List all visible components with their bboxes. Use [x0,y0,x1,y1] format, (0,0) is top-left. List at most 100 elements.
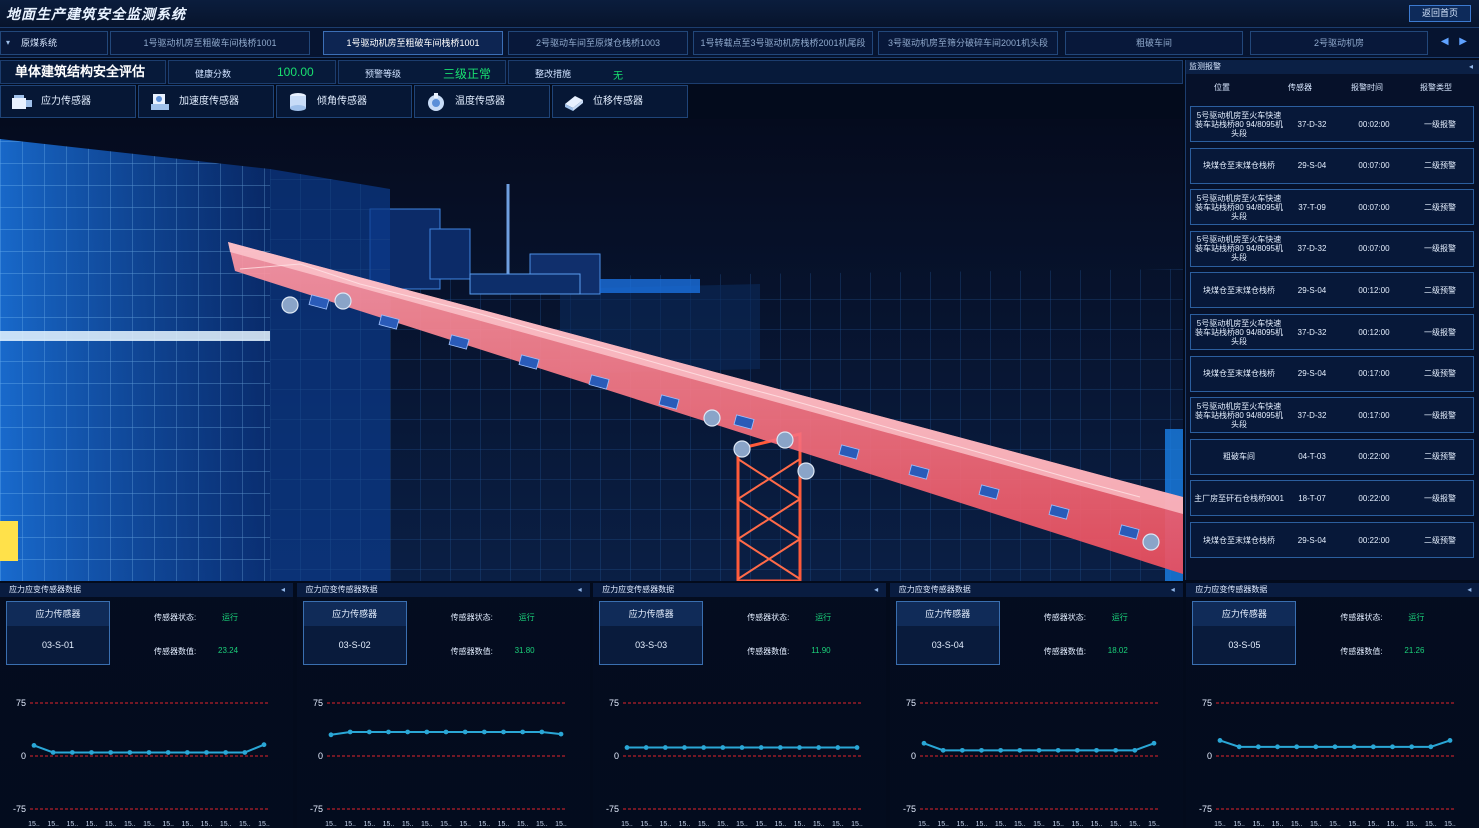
alarm-row[interactable]: 块煤仓至末煤仓栈桥 29-S-04 00:22:00 二级预警 [1190,522,1474,558]
data-point[interactable] [758,745,764,750]
data-point[interactable] [165,750,171,755]
data-point[interactable] [89,750,94,755]
data-point[interactable] [146,750,152,755]
panel-collapse-icon[interactable]: ◂ [874,583,878,597]
data-point[interactable] [385,729,391,735]
data-point[interactable] [1093,747,1099,753]
data-point[interactable] [978,747,984,753]
displacement-sensor-button[interactable]: 位移传感器 [552,85,688,118]
stress-sensor-button[interactable]: 应力传感器 [0,85,136,118]
data-point[interactable] [1132,747,1138,753]
tab-building-7[interactable]: 2号驱动机房 [1250,31,1428,55]
data-point[interactable] [1151,740,1157,746]
data-point[interactable] [816,745,822,750]
data-point[interactable] [643,745,649,750]
data-point[interactable] [500,729,506,735]
tab-scroll-arrows[interactable]: ◀ ▶ [1441,36,1471,47]
data-point[interactable] [50,750,56,755]
alarm-row[interactable]: 主厂房至矸石仓栈桥9001 18-T-07 00:22:00 一级报警 [1190,480,1474,517]
alarm-row[interactable]: 5号驱动机房至火车快速装车站栈桥80 94/8095机头段 37-T-09 00:0… [1190,189,1474,226]
data-point[interactable] [739,745,745,750]
sensor-card[interactable]: 应力传感器 03-S-03 [599,601,704,665]
temperature-sensor-button[interactable]: 温度传感器 [414,85,550,118]
alarm-collapse-icon[interactable]: ◂ [1469,60,1473,74]
data-point[interactable] [1237,744,1242,750]
data-point[interactable] [959,747,965,753]
data-point[interactable] [1352,744,1357,750]
alarm-row[interactable]: 5号驱动机房至火车快速装车站栈桥80 94/8095机头段 37-D-32 00:0… [1190,106,1474,142]
data-point[interactable] [720,745,726,750]
data-point[interactable] [1409,744,1415,750]
tab-building-3[interactable]: 2号驱动车间至原煤仓栈桥1003 [508,31,688,55]
alarm-row[interactable]: 块煤仓至末煤仓栈桥 29-S-04 00:17:00 二级预警 [1190,355,1474,392]
data-point[interactable] [854,745,860,750]
data-point[interactable] [558,731,563,737]
data-point[interactable] [424,729,429,735]
data-point[interactable] [539,729,544,735]
alarm-row[interactable]: 块煤仓至末煤仓栈桥 29-S-04 00:07:00 二级预警 [1190,147,1474,184]
data-point[interactable] [347,729,353,735]
data-point[interactable] [1313,744,1319,750]
tab-building-5[interactable]: 3号驱动机房至筛分破碎车间2001机头段 [878,31,1058,55]
acceleration-sensor-button[interactable]: 加速度传感器 [138,85,274,118]
panel-collapse-icon[interactable]: ◂ [281,583,285,597]
data-point[interactable] [624,745,630,750]
sensor-card[interactable]: 应力传感器 03-S-04 [895,601,1000,665]
data-point[interactable] [127,750,133,755]
tab-building-6[interactable]: 粗破车间 [1065,31,1243,55]
data-point[interactable] [1256,744,1262,750]
panel-collapse-icon[interactable]: ◂ [1467,583,1471,597]
data-point[interactable] [1390,744,1396,750]
data-point[interactable] [701,745,707,750]
data-point[interactable] [1074,747,1080,753]
alarm-row[interactable]: 5号驱动机房至火车快速装车站栈桥80 94/8095机头段 37-D-32 00:1… [1190,397,1474,434]
data-point[interactable] [1371,744,1377,750]
data-point[interactable] [682,745,688,750]
data-point[interactable] [921,740,927,746]
home-button[interactable]: 返回首页 [1409,5,1471,22]
data-point[interactable] [69,750,75,755]
data-point[interactable] [663,745,668,750]
data-point[interactable] [366,729,372,735]
data-point[interactable] [1275,744,1281,750]
data-point[interactable] [481,729,487,735]
data-point[interactable] [1055,747,1061,753]
data-point[interactable] [797,745,803,750]
data-point[interactable] [519,729,525,735]
data-point[interactable] [778,745,783,750]
alarm-row[interactable]: 块煤仓至末煤仓栈桥 29-S-04 00:12:00 二级预警 [1190,272,1474,309]
alarm-row[interactable]: 5号驱动机房至火车快速装车站栈桥80 94/8095机头段 37-D-32 00:0… [1190,230,1474,267]
data-point[interactable] [204,750,209,755]
3d-scene-view[interactable] [0,119,1183,581]
data-point[interactable] [1217,738,1223,743]
alarm-row[interactable]: 5号驱动机房至火车快速装车站栈桥80 94/8095机头段 37-D-32 00:1… [1190,314,1474,350]
panel-collapse-icon[interactable]: ◂ [578,583,582,597]
data-point[interactable] [328,732,333,738]
sensor-card[interactable]: 应力传感器 03-S-02 [302,601,407,665]
data-point[interactable] [31,743,37,748]
data-point[interactable] [462,729,468,735]
data-point[interactable] [835,745,841,750]
tab-building-4[interactable]: 1号转载点至3号驱动机房栈桥2001机尾段 [693,31,873,55]
data-point[interactable] [940,747,946,753]
data-point[interactable] [223,750,229,755]
data-point[interactable] [1447,738,1453,743]
data-point[interactable] [1428,744,1434,750]
tilt-sensor-button[interactable]: 倾角传感器 [276,85,412,118]
data-point[interactable] [1017,747,1023,753]
system-selector[interactable]: 原煤系统 [0,31,108,55]
data-point[interactable] [998,747,1003,753]
data-point[interactable] [1113,747,1118,753]
data-point[interactable] [108,750,114,755]
tab-building-2[interactable]: 1号驱动机房至粗破车间栈桥1001 [323,31,503,55]
data-point[interactable] [1294,744,1300,750]
data-point[interactable] [443,729,448,735]
data-point[interactable] [1036,747,1042,753]
tab-building-1[interactable]: 1号驱动机房至粗破车间栈桥1001 [110,31,310,55]
data-point[interactable] [184,750,190,755]
data-point[interactable] [404,729,410,735]
data-point[interactable] [242,750,248,755]
panel-collapse-icon[interactable]: ◂ [1171,583,1175,597]
sensor-card[interactable]: 应力传感器 03-S-01 [6,601,110,665]
data-point[interactable] [261,742,267,748]
